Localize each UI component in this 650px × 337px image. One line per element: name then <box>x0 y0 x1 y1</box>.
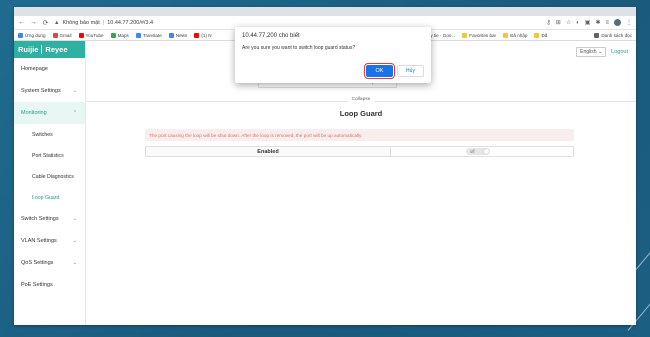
translate-icon[interactable]: ⊞ <box>556 19 561 26</box>
toggle-knob <box>484 149 489 154</box>
page-title: Loop Guard <box>339 109 383 118</box>
sidebar-item-monitoring[interactable]: Monitoring ⌃ <box>14 102 85 124</box>
chevron-down-icon: ⌄ <box>72 238 77 244</box>
sidebar-item-homepage[interactable]: Homepage <box>14 58 85 80</box>
sidebar-item-switch-settings[interactable]: Switch Settings ⌄ <box>14 208 85 230</box>
ok-button[interactable]: OK <box>363 62 396 80</box>
cancel-button[interactable]: Hủy <box>397 65 424 77</box>
chevron-up-icon: ⌃ <box>72 110 77 116</box>
sidebar-item-system-settings[interactable]: System Settings ⌄ <box>14 80 85 102</box>
main-panel: English ⌄ Logout Downlink Update Collaps… <box>86 41 636 325</box>
folder-icon <box>534 32 540 38</box>
folder-icon <box>503 32 509 38</box>
sidebar-item-vlan-settings[interactable]: VLAN Settings ⌄ <box>14 230 85 252</box>
reading-list[interactable]: Danh sách đọc <box>594 32 632 38</box>
security-warning: Không bảo mật <box>62 19 100 26</box>
sidebar: Ruijie Reyee Homepage System Settings ⌄ … <box>14 41 86 325</box>
star-icon[interactable]: ☆ <box>566 19 571 26</box>
info-alert: The port causing the loop will be shut d… <box>145 129 574 141</box>
back-icon[interactable]: ← <box>18 19 25 26</box>
maps-icon <box>110 32 116 38</box>
chevron-down-icon: ⌄ <box>597 49 603 55</box>
key-icon[interactable]: ⚷ <box>546 19 550 26</box>
tab-strip <box>14 7 636 16</box>
bookmark-item[interactable]: Translate <box>135 32 162 38</box>
sidebar-item-port-statistics[interactable]: Port Statistics <box>14 145 85 166</box>
bookmark-item[interactable]: Gmail <box>52 32 72 38</box>
chevron-down-icon: ⌄ <box>72 88 77 94</box>
bookmark-item[interactable]: Maps <box>110 32 129 38</box>
header-actions: English ⌄ Logout <box>576 47 628 57</box>
bookmark-item[interactable]: News <box>168 32 187 38</box>
dialog-message: Are you sure you want to switch loop gua… <box>242 45 356 51</box>
media-icon[interactable]: ≡ <box>605 20 609 26</box>
enabled-label: Enabled <box>146 147 391 156</box>
brand-logo: Ruijie Reyee <box>14 41 85 58</box>
sidebar-item-qos-settings[interactable]: QoS Settings ⌄ <box>14 252 85 274</box>
url-text: 10.44.77.200/#/3.4 <box>107 19 154 26</box>
collapse-divider: Collapse <box>86 97 636 105</box>
gmail-icon <box>52 32 58 38</box>
bookmark-item[interactable]: YouTube <box>78 32 104 38</box>
youtube-icon <box>194 32 200 38</box>
dialog-buttons: OK Hủy <box>363 62 424 80</box>
profile-avatar[interactable] <box>614 19 621 26</box>
menu-icon[interactable]: ⋮ <box>626 19 632 26</box>
extension-icon[interactable]: ◐ <box>576 20 580 26</box>
sidebar-item-switches[interactable]: Switches <box>14 124 85 145</box>
browser-toolbar: ⚷ ⊞ ☆ ◐ ▣ ✱ ≡ ⋮ <box>546 19 632 26</box>
bookmark-folder[interactable]: Đã nhập <box>503 32 527 38</box>
warning-icon: ▲ <box>54 19 60 26</box>
browser-window: ← → ⟳ ▲ Không bảo mật | 10.44.77.200/#/3… <box>14 7 636 325</box>
news-icon <box>168 32 174 38</box>
sidebar-item-poe-settings[interactable]: PoE Settings <box>14 274 85 296</box>
logout-link[interactable]: Logout <box>611 49 628 55</box>
reload-icon[interactable]: ⟳ <box>42 19 49 27</box>
bookmark-item[interactable]: Ứng dụng <box>18 32 46 38</box>
puzzle-icon[interactable]: ✱ <box>595 19 600 26</box>
loop-guard-toggle[interactable]: off <box>466 148 490 155</box>
chevron-down-icon: ⌄ <box>72 260 77 266</box>
tab-search-icon[interactable]: ▣ <box>585 19 591 26</box>
bookmark-folder[interactable]: Đã <box>534 32 547 38</box>
confirm-dialog: 10.44.77.200 cho biết Are you sure you w… <box>235 27 431 83</box>
chevron-down-icon: ⌄ <box>72 216 77 222</box>
sidebar-item-loop-guard[interactable]: Loop Guard <box>14 187 85 208</box>
bookmark-item[interactable]: (1) N <box>194 32 212 38</box>
collapse-link[interactable]: Collapse <box>347 97 375 102</box>
url-field[interactable]: ▲ Không bảo mật | 10.44.77.200/#/3.4 <box>54 20 541 26</box>
app-content: Ruijie Reyee Homepage System Settings ⌄ … <box>14 41 636 325</box>
language-select[interactable]: English ⌄ <box>576 47 607 57</box>
reading-list-icon <box>594 32 600 38</box>
apps-icon <box>18 32 23 38</box>
dialog-title: 10.44.77.200 cho biết <box>242 33 300 39</box>
folder-icon <box>462 32 468 38</box>
bookmark-folder[interactable]: Favorites bar <box>462 32 496 38</box>
youtube-icon <box>78 32 84 38</box>
toggle-state-text: off <box>470 149 475 154</box>
forward-icon[interactable]: → <box>30 19 37 26</box>
translate-icon <box>135 32 141 38</box>
sidebar-item-cable-diagnostics[interactable]: Cable Diagnostics <box>14 166 85 187</box>
settings-table: Enabled off <box>145 146 574 157</box>
enabled-value-cell: off <box>391 147 573 156</box>
